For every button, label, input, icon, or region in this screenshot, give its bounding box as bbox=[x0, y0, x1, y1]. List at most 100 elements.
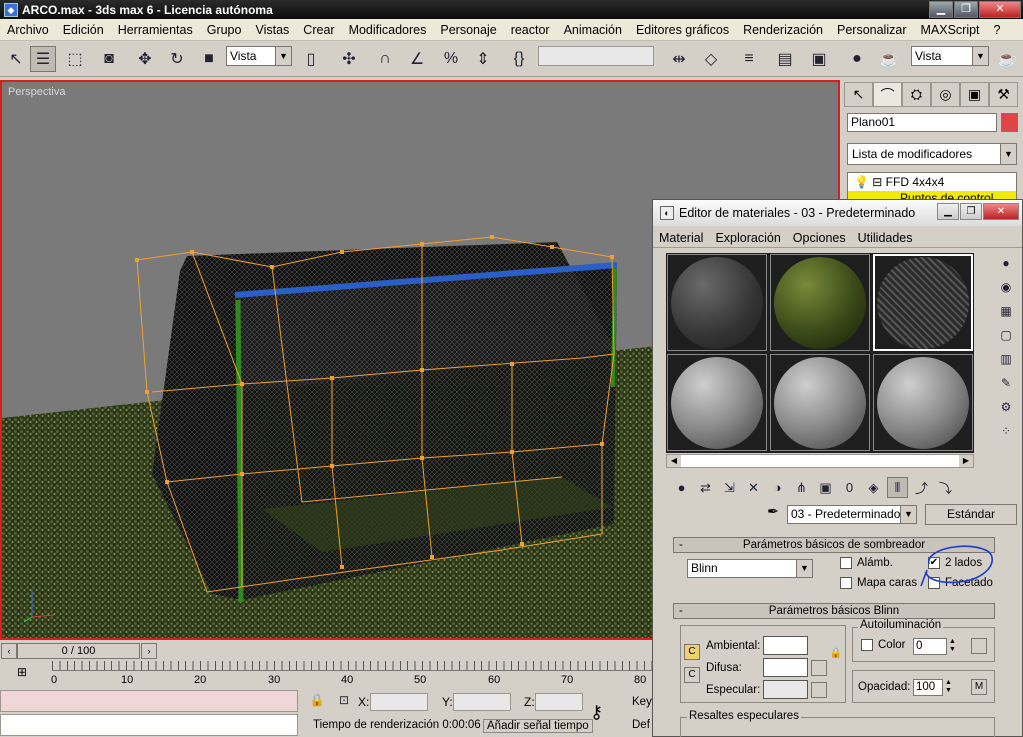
maxscript-listener-white[interactable] bbox=[0, 714, 298, 736]
go-to-parent-icon[interactable]: ⤴ bbox=[911, 477, 932, 498]
move-icon[interactable]: ✥ bbox=[132, 46, 158, 72]
sample-type-icon[interactable]: ● bbox=[996, 253, 1016, 273]
me-menu-utilidades[interactable]: Utilidades bbox=[852, 231, 919, 245]
lock-icon[interactable]: 🔒 bbox=[828, 646, 844, 662]
backlight-icon[interactable]: ◉ bbox=[996, 277, 1016, 297]
align-icon[interactable]: ◇ bbox=[698, 46, 724, 72]
self-illum-map-button[interactable] bbox=[971, 638, 987, 654]
object-name-field[interactable]: Plano01 bbox=[847, 113, 997, 132]
me-menu-opciones[interactable]: Opciones bbox=[787, 231, 852, 245]
render-type-combo[interactable]: Vista ▼ bbox=[911, 46, 989, 66]
background-icon[interactable]: ▦ bbox=[996, 301, 1016, 321]
mirror-icon[interactable]: ⇹ bbox=[666, 46, 692, 72]
scroll-left-icon[interactable]: ◀ bbox=[667, 455, 681, 467]
track-bar[interactable]: ⊞ 0 10 20 30 40 50 60 70 80 bbox=[0, 661, 652, 687]
me-maximize-button[interactable]: ❐ bbox=[960, 203, 982, 220]
specular-map-button[interactable] bbox=[811, 682, 827, 698]
menu-personaje[interactable]: Personaje bbox=[433, 23, 503, 37]
create-tab-icon[interactable]: ↖ bbox=[844, 82, 873, 107]
diffuse-map-button[interactable] bbox=[811, 660, 827, 676]
menu-editores-graficos[interactable]: Editores gráficos bbox=[629, 23, 736, 37]
slots-horizontal-scrollbar[interactable]: ◀ ▶ bbox=[666, 454, 974, 468]
snap-3d-icon[interactable]: ∩ bbox=[372, 46, 398, 72]
object-color-swatch[interactable] bbox=[1001, 113, 1018, 132]
spinner-arrows-icon[interactable]: ▲ ▼ bbox=[947, 638, 958, 655]
track-bar-icon[interactable]: ⊞ bbox=[12, 665, 32, 683]
assign-to-selection-icon[interactable]: ⇲ bbox=[719, 477, 740, 498]
menu-help[interactable]: ? bbox=[987, 23, 1008, 37]
percent-snap-icon[interactable]: % bbox=[438, 46, 464, 72]
time-slider[interactable]: ‹ 0 / 100 › bbox=[0, 642, 652, 660]
quick-render-icon[interactable]: ☕ bbox=[994, 46, 1020, 72]
lock-ambient-diffuse-icon[interactable]: C bbox=[684, 644, 700, 660]
shader-type-dropdown[interactable]: Blinn ▼ bbox=[687, 559, 813, 578]
slots-vertical-scrollbar[interactable] bbox=[981, 253, 989, 453]
ambient-color-swatch[interactable] bbox=[763, 636, 808, 655]
x-coordinate-field[interactable] bbox=[370, 693, 428, 711]
reference-coord-combo[interactable]: Vista ▼ bbox=[226, 46, 292, 66]
select-manipulate-icon[interactable]: ✣ bbox=[336, 46, 362, 72]
material-name-field[interactable]: 03 - Predeterminado ▼ bbox=[787, 505, 917, 524]
maximize-button[interactable]: ❐ bbox=[954, 1, 978, 18]
time-slider-thumb[interactable]: 0 / 100 bbox=[17, 643, 140, 659]
material-type-button[interactable]: Estándar bbox=[925, 504, 1017, 525]
close-button[interactable]: ✕ bbox=[979, 1, 1021, 18]
schematic-view-icon[interactable]: ▣ bbox=[806, 46, 832, 72]
select-by-name-icon[interactable]: ☰ bbox=[30, 46, 56, 72]
diffuse-color-swatch[interactable] bbox=[763, 658, 808, 677]
app-icon[interactable]: ◆ bbox=[4, 2, 18, 17]
menu-herramientas[interactable]: Herramientas bbox=[111, 23, 200, 37]
select-by-material-icon[interactable]: ⁘ bbox=[996, 421, 1016, 441]
sample-slot-active[interactable] bbox=[873, 254, 973, 351]
opacity-spinner[interactable]: 100 ▲ ▼ bbox=[913, 679, 954, 696]
menu-personalizar[interactable]: Personalizar bbox=[830, 23, 913, 37]
modifier-list-dropdown[interactable]: Lista de modificadores ▼ bbox=[847, 143, 1017, 165]
menu-vistas[interactable]: Vistas bbox=[248, 23, 296, 37]
menu-renderizacion[interactable]: Renderización bbox=[736, 23, 830, 37]
motion-tab-icon[interactable]: ◎ bbox=[931, 82, 960, 107]
maxscript-listener-pink[interactable] bbox=[0, 690, 298, 712]
sample-slot[interactable] bbox=[873, 354, 973, 451]
sample-slot[interactable] bbox=[667, 354, 767, 451]
face-map-checkbox[interactable]: Mapa caras bbox=[840, 577, 917, 589]
menu-grupo[interactable]: Grupo bbox=[200, 23, 249, 37]
z-coordinate-field[interactable] bbox=[535, 693, 583, 711]
me-menu-material[interactable]: Material bbox=[653, 231, 709, 245]
lock-diffuse-specular-icon[interactable]: C bbox=[684, 667, 700, 683]
me-minimize-button[interactable]: ▁ bbox=[937, 203, 959, 220]
menu-archivo[interactable]: Archivo bbox=[0, 23, 56, 37]
menu-modificadores[interactable]: Modificadores bbox=[342, 23, 434, 37]
sample-slot[interactable] bbox=[770, 354, 870, 451]
specular-color-swatch[interactable] bbox=[763, 680, 808, 699]
spinner-snap-icon[interactable]: ⇕ bbox=[470, 46, 496, 72]
scale-icon[interactable]: ■ bbox=[196, 46, 222, 72]
pivot-icon[interactable]: ▯ bbox=[298, 46, 324, 72]
named-selection-icon[interactable]: {} bbox=[506, 46, 532, 72]
lock-selection-icon[interactable]: 🔒 bbox=[308, 691, 326, 709]
reset-map-icon[interactable]: ✕ bbox=[743, 477, 764, 498]
prev-frame-icon[interactable]: ‹ bbox=[1, 643, 17, 659]
utilities-tab-icon[interactable]: ⚒ bbox=[989, 82, 1018, 107]
curve-editor-icon[interactable]: ▤ bbox=[772, 46, 798, 72]
make-copy-icon[interactable]: ◑ bbox=[767, 477, 788, 498]
opacity-map-button[interactable]: M bbox=[971, 679, 987, 695]
self-illum-spinner[interactable]: 0 ▲ ▼ bbox=[913, 638, 958, 655]
show-end-result-icon[interactable]: ⫴ bbox=[887, 477, 908, 498]
spinner-arrows-icon[interactable]: ▲ ▼ bbox=[943, 679, 954, 696]
put-to-library-icon[interactable]: ▣ bbox=[815, 477, 836, 498]
add-time-tag-button[interactable]: Añadir señal tiempo bbox=[483, 719, 593, 733]
uv-tiling-icon[interactable]: ▢ bbox=[996, 325, 1016, 345]
menu-edicion[interactable]: Edición bbox=[56, 23, 111, 37]
key-icon[interactable]: ⚷ bbox=[590, 702, 603, 723]
rect-region-icon[interactable]: ⬚ bbox=[62, 46, 88, 72]
video-color-check-icon[interactable]: ▥ bbox=[996, 349, 1016, 369]
named-selection-field[interactable] bbox=[538, 46, 654, 66]
me-menu-exploracion[interactable]: Exploración bbox=[709, 231, 786, 245]
rotate-icon[interactable]: ↻ bbox=[164, 46, 190, 72]
eyedropper-icon[interactable]: ✒ bbox=[763, 503, 783, 523]
options-icon[interactable]: ⚙ bbox=[996, 397, 1016, 417]
render-scene-icon[interactable]: ☕ bbox=[876, 46, 902, 72]
get-material-icon[interactable]: ● bbox=[671, 477, 692, 498]
y-coordinate-field[interactable] bbox=[453, 693, 511, 711]
stack-item-ffd[interactable]: 💡 ⊟ FFD 4x4x4 bbox=[854, 175, 944, 189]
